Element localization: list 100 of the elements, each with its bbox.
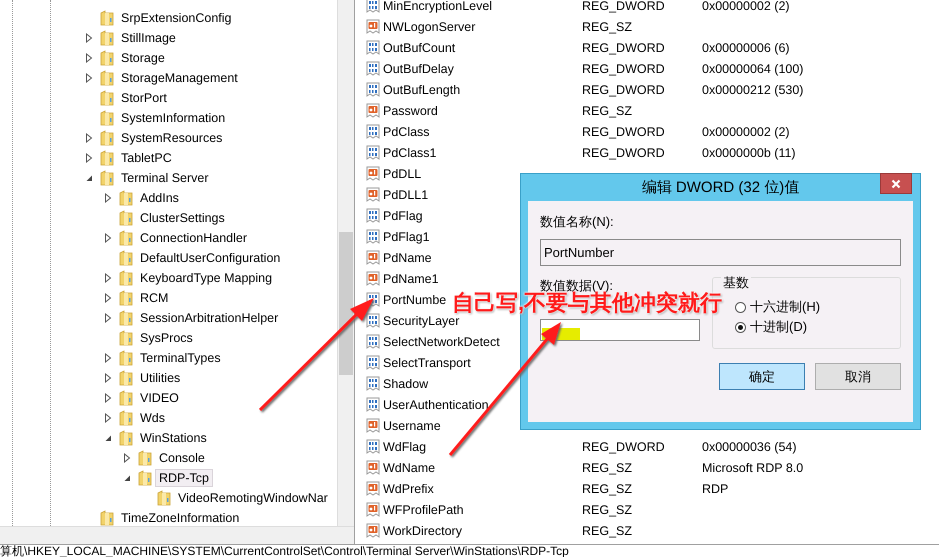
expand-arrow-icon[interactable] [103, 413, 113, 423]
collapse-arrow-icon[interactable] [103, 433, 113, 443]
value-name[interactable]: OutBufLength [383, 82, 582, 96]
radio-button[interactable] [735, 322, 746, 332]
horizontal-scrollbar[interactable] [0, 526, 354, 544]
tree-item[interactable]: VideoRemotingWindowNar [174, 489, 332, 507]
tree-item[interactable]: KeyboardType Mapping [136, 269, 276, 287]
string-value-icon [366, 18, 380, 34]
tree-item[interactable]: TabletPC [117, 149, 176, 167]
value-type: REG_SZ [582, 20, 634, 34]
folder-icon [119, 210, 133, 226]
binary-value-icon [366, 396, 380, 412]
string-value-icon [366, 480, 380, 496]
dialog-button[interactable]: 确定 [719, 363, 805, 390]
value-name[interactable]: MinEncryptionLevel [383, 0, 582, 12]
expand-arrow-icon[interactable] [103, 233, 113, 243]
folder-icon [100, 70, 114, 86]
value-name[interactable]: WdPrefix [383, 482, 582, 496]
radio-label[interactable]: 十进制(D) [750, 318, 808, 336]
group-legend: 基数 [721, 274, 751, 292]
value-name[interactable]: PdClass1 [383, 146, 582, 160]
expand-arrow-icon[interactable] [84, 53, 94, 63]
value-type: REG_DWORD [582, 146, 666, 160]
tree-item[interactable]: Utilities [136, 369, 184, 387]
radio-label[interactable]: 十六进制(H) [750, 298, 820, 316]
tree-item[interactable]: SystemResources [117, 129, 226, 147]
value-type: REG_SZ [582, 460, 634, 474]
tree-item[interactable]: SystemInformation [117, 109, 230, 127]
tree-item[interactable]: StillImage [117, 29, 180, 47]
folder-icon [119, 250, 133, 266]
folder-icon [138, 470, 152, 486]
tree-item[interactable]: SessionArbitrationHelper [136, 309, 282, 327]
expand-arrow-icon[interactable] [84, 73, 94, 83]
expand-arrow-icon[interactable] [122, 453, 132, 463]
value-data: 0x00000002 (2) [702, 124, 790, 138]
folder-icon [119, 230, 133, 246]
tree-item[interactable]: StorageManagement [117, 69, 242, 87]
collapse-arrow-icon[interactable] [122, 473, 132, 483]
value-type: REG_SZ [582, 502, 634, 516]
field-label: 数值名称(N): [540, 213, 615, 231]
value-name[interactable]: WdName [383, 460, 582, 474]
expand-arrow-icon[interactable] [103, 353, 113, 363]
tree-item[interactable]: StorPort [117, 89, 171, 107]
value-type: REG_DWORD [582, 0, 666, 12]
value-name[interactable]: Password [383, 104, 582, 118]
value-data: 0x00000002 (2) [702, 0, 790, 12]
radio-button[interactable] [735, 302, 746, 312]
string-value-icon [366, 270, 380, 286]
scroll-thumb[interactable] [339, 232, 353, 375]
value-type: REG_DWORD [582, 40, 666, 54]
tree-item[interactable]: WinStations [136, 429, 211, 447]
tree-item[interactable]: TerminalTypes [136, 349, 225, 367]
tree-item[interactable]: Storage [117, 49, 169, 67]
tree-item[interactable]: RCM [136, 289, 172, 307]
binary-value-icon [366, 312, 380, 328]
tree-item[interactable]: SysProcs [136, 329, 197, 347]
value-name[interactable]: WdFlag [383, 440, 582, 454]
value-name[interactable]: NWLogonServer [383, 20, 582, 34]
tree-item[interactable]: Terminal Server [117, 169, 213, 187]
expand-arrow-icon[interactable] [103, 293, 113, 303]
tree-item[interactable]: Wds [136, 409, 169, 427]
value-name[interactable]: WorkDirectory [383, 524, 582, 538]
folder-icon [119, 290, 133, 306]
value-type: REG_DWORD [582, 82, 666, 96]
expand-arrow-icon[interactable] [103, 393, 113, 403]
dialog-button[interactable]: 取消 [815, 363, 901, 390]
folder-icon [119, 370, 133, 386]
tree-item[interactable]: AddIns [136, 189, 183, 207]
string-value-icon [366, 522, 380, 538]
vertical-scrollbar[interactable] [337, 0, 354, 526]
expand-arrow-icon[interactable] [84, 133, 94, 143]
value-name[interactable]: WFProfilePath [383, 502, 582, 516]
collapse-arrow-icon[interactable] [84, 173, 94, 183]
value-type: REG_DWORD [582, 124, 666, 138]
expand-arrow-icon[interactable] [103, 193, 113, 203]
tree-item[interactable]: VIDEO [136, 389, 183, 407]
expand-arrow-icon[interactable] [84, 153, 94, 163]
expand-arrow-icon[interactable] [103, 373, 113, 383]
tree-item[interactable]: ClusterSettings [136, 209, 229, 227]
value-data: 0x00000212 (530) [702, 82, 804, 96]
tree-item[interactable]: Console [155, 449, 209, 467]
tree-item[interactable]: TimeZoneInformation [117, 509, 244, 526]
dialog-title: 编辑 DWORD (32 位)值 [642, 178, 800, 197]
tree-item[interactable]: SrpExtensionConfig [117, 9, 236, 27]
value-name[interactable]: PdClass [383, 124, 582, 138]
folder-icon [119, 430, 133, 446]
tree-item[interactable]: RDP-Tcp [155, 469, 214, 487]
name-field[interactable]: PortNumber [540, 239, 901, 266]
tree-item[interactable]: ConnectionHandler [136, 229, 252, 247]
value-field[interactable] [540, 319, 700, 341]
close-button[interactable] [880, 173, 912, 194]
tree-item[interactable]: DefaultUserConfiguration [136, 249, 284, 267]
value-name[interactable]: OutBufDelay [383, 62, 582, 76]
value-name[interactable]: OutBufCount [383, 40, 582, 54]
expand-arrow-icon[interactable] [84, 33, 94, 43]
expand-arrow-icon[interactable] [103, 313, 113, 323]
binary-value-icon [366, 40, 380, 56]
folder-icon [119, 270, 133, 286]
binary-value-icon [366, 60, 380, 76]
expand-arrow-icon[interactable] [103, 273, 113, 283]
